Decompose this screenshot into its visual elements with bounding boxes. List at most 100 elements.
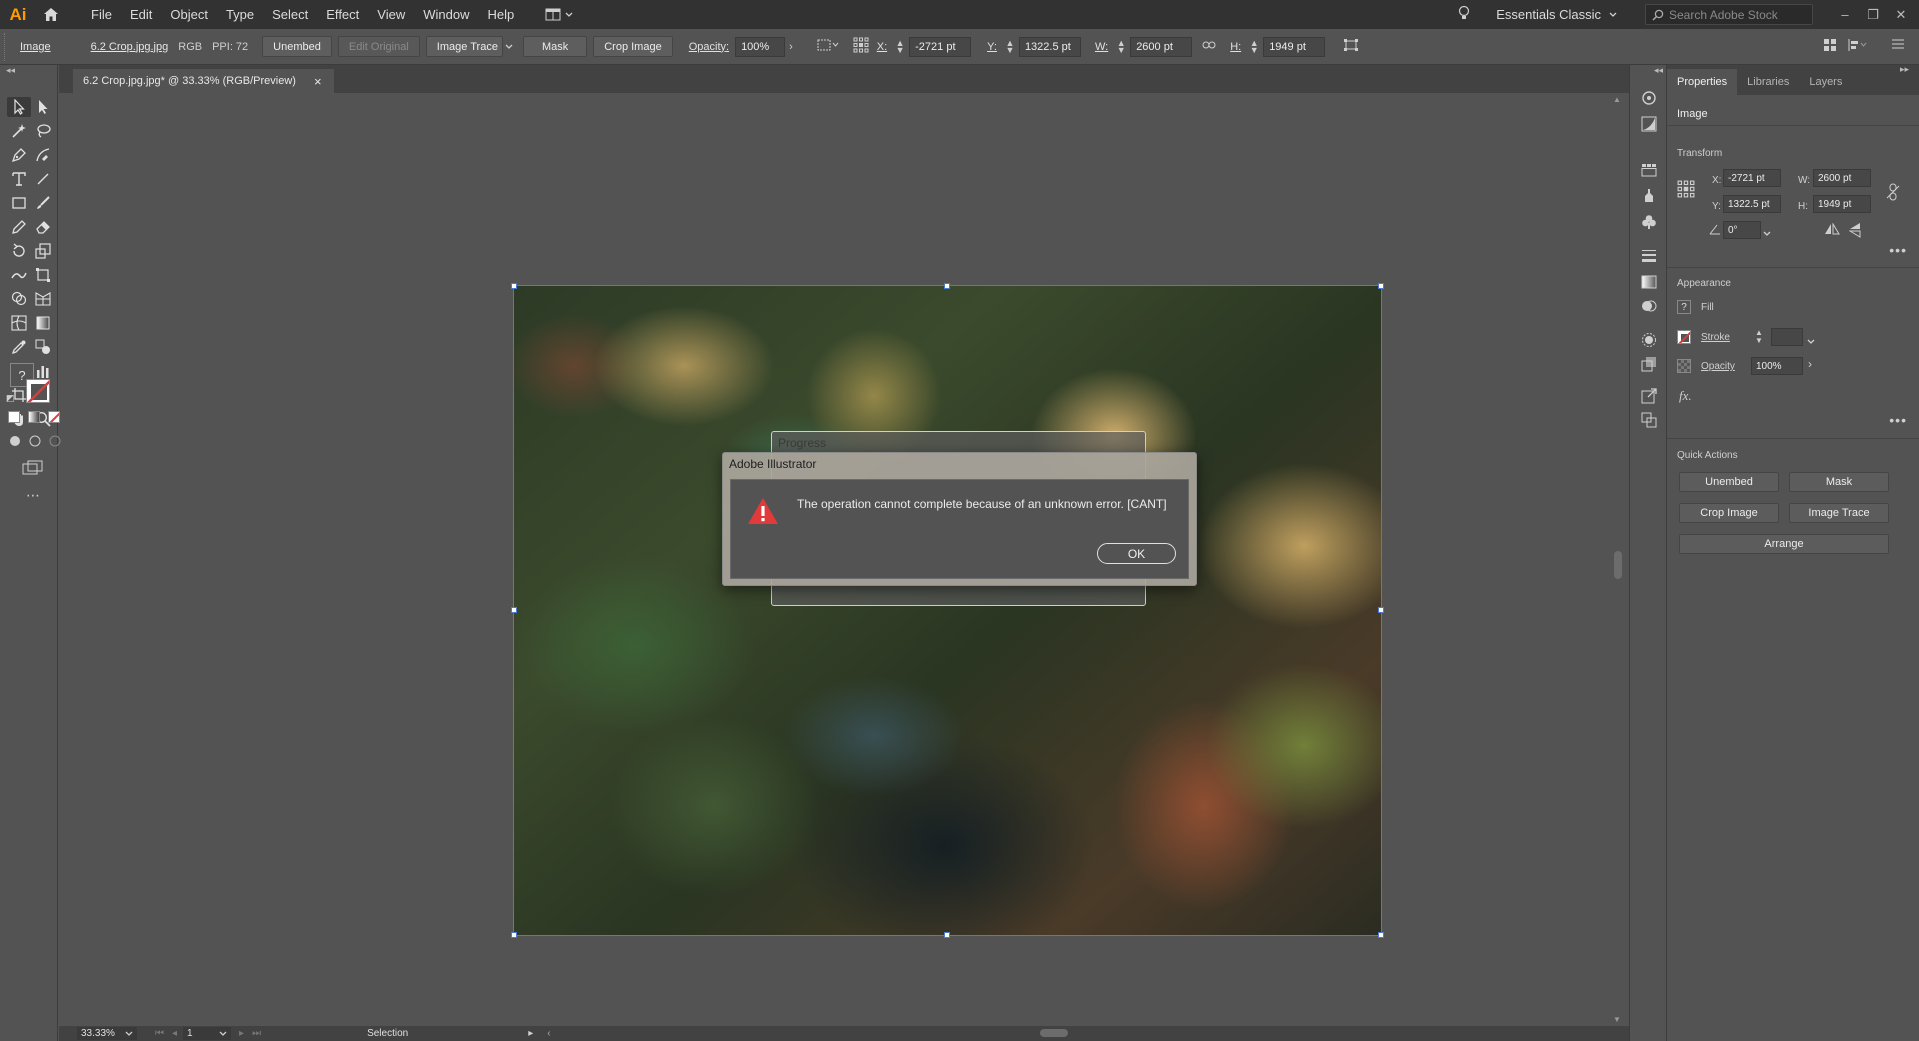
selection-tool[interactable] (7, 97, 31, 117)
icon-strip-collapse-button[interactable]: ◂◂ (1654, 65, 1663, 76)
workspace-switcher[interactable]: Essentials Classic (1496, 7, 1617, 22)
transform-h-input[interactable]: 1949 pt (1813, 195, 1871, 213)
unembed-button[interactable]: Unembed (262, 36, 332, 57)
transform-y-input[interactable]: 1322.5 pt (1723, 195, 1781, 213)
pencil-tool[interactable] (7, 217, 31, 237)
stroke-swatch[interactable] (1677, 330, 1691, 344)
artboard-nav-next-last[interactable]: ▸ ⏭ (239, 1028, 261, 1039)
image-trace-dropdown[interactable] (505, 41, 515, 53)
ok-button[interactable]: OK (1097, 543, 1176, 564)
horizontal-scrollbar[interactable] (505, 1026, 1610, 1041)
appearance-more-options[interactable]: ••• (1889, 412, 1907, 428)
bounding-box-handle[interactable] (511, 607, 517, 613)
magic-wand-tool[interactable] (7, 121, 31, 141)
document-tab[interactable]: 6.2 Crop.jpg.jpg* @ 33.33% (RGB/Preview)… (73, 69, 334, 93)
menu-object[interactable]: Object (161, 7, 217, 22)
type-tool[interactable] (7, 169, 31, 189)
draw-inside-button[interactable] (48, 435, 62, 447)
direct-selection-tool[interactable] (31, 97, 55, 117)
none-button[interactable] (48, 411, 60, 423)
transform-w-input[interactable]: 2600 pt (1813, 169, 1871, 187)
eyedropper-tool[interactable] (7, 337, 31, 357)
opacity-expand-button[interactable]: › (1808, 357, 1812, 371)
paintbrush-tool[interactable] (31, 193, 55, 213)
w-input[interactable]: 2600 pt (1130, 36, 1193, 57)
qa-crop-image-button[interactable]: Crop Image (1679, 503, 1779, 523)
stroke-panel-button[interactable] (1639, 247, 1659, 265)
lasso-tool[interactable] (31, 121, 55, 141)
placed-image[interactable] (513, 285, 1382, 936)
transform-x-input[interactable]: -2721 pt (1723, 169, 1781, 187)
color-guide-panel-button[interactable] (1639, 89, 1659, 107)
bounding-box-handle[interactable] (511, 932, 517, 938)
artboard-number-select[interactable]: 1 (183, 1027, 232, 1040)
control-bar-grip[interactable] (4, 32, 10, 61)
align-options-button[interactable] (1847, 38, 1867, 55)
x-stepper[interactable]: ▲ ▼ (895, 38, 905, 54)
control-bar-menu-button[interactable] (1891, 38, 1905, 53)
gradient-button[interactable] (28, 411, 40, 423)
qa-mask-button[interactable]: Mask (1789, 472, 1889, 492)
y-stepper[interactable]: ▲ ▼ (1005, 38, 1015, 54)
flip-horizontal-button[interactable] (1824, 222, 1840, 238)
stock-search-input[interactable] (1669, 7, 1809, 22)
bounding-box-handle[interactable] (944, 932, 950, 938)
menu-type[interactable]: Type (217, 7, 263, 22)
curvature-tool[interactable] (31, 145, 55, 165)
warp-tool[interactable] (7, 265, 31, 285)
zoom-level-select[interactable]: 33.33% (77, 1027, 137, 1040)
opacity-label[interactable]: Opacity (1701, 361, 1735, 372)
rectangle-tool[interactable] (7, 193, 31, 213)
menu-view[interactable]: View (368, 7, 414, 22)
perspective-grid-tool[interactable] (31, 289, 55, 309)
bounding-box-handle[interactable] (944, 283, 950, 289)
fx-button[interactable]: fx. (1679, 388, 1692, 404)
mesh-tool[interactable] (7, 313, 31, 333)
tab-layers[interactable]: Layers (1799, 69, 1852, 95)
gradient-panel-button[interactable] (1639, 115, 1659, 133)
y-input[interactable]: 1322.5 pt (1018, 36, 1081, 57)
horizontal-scroll-thumb[interactable] (1040, 1029, 1068, 1037)
first-artboard-icon[interactable]: ⏮ (155, 1028, 164, 1039)
bounding-box-handle[interactable] (1378, 607, 1384, 613)
menu-edit[interactable]: Edit (121, 7, 161, 22)
prev-artboard-icon[interactable]: ◂ (172, 1028, 177, 1039)
last-artboard-icon[interactable]: ⏭ (252, 1028, 261, 1039)
w-stepper[interactable]: ▲ ▼ (1116, 38, 1126, 54)
swatches-panel-button[interactable] (1639, 161, 1659, 179)
menu-file[interactable]: File (82, 7, 121, 22)
flip-vertical-button[interactable] (1848, 222, 1861, 241)
constrain-proportions-button[interactable] (1202, 40, 1216, 53)
reference-point-selector[interactable] (1677, 180, 1695, 201)
minimize-button[interactable]: – (1833, 5, 1857, 25)
qa-arrange-button[interactable]: Arrange (1679, 534, 1889, 554)
stroke-weight-dropdown[interactable] (1807, 334, 1815, 348)
reference-point-selector[interactable] (853, 37, 869, 56)
artboards-panel-button[interactable] (1639, 411, 1659, 429)
artboard-nav-first-prev[interactable]: ⏮ ◂ (155, 1028, 177, 1039)
gradient-tool[interactable] (31, 313, 55, 333)
panel-collapse-button[interactable]: ▸▸ (1900, 64, 1909, 75)
close-tab-button[interactable]: × (314, 74, 322, 89)
pen-tool[interactable] (7, 145, 31, 165)
stroke-swatch[interactable] (26, 379, 50, 403)
stroke-weight-stepper[interactable]: ▲ ▼ (1755, 329, 1763, 345)
opacity-input[interactable]: 100% (735, 36, 786, 57)
panel-options-button[interactable] (1823, 38, 1837, 55)
transparency-panel-button[interactable] (1639, 297, 1659, 315)
opacity-label[interactable]: Opacity: (689, 41, 729, 53)
screen-mode-button[interactable] (22, 460, 44, 479)
scale-tool[interactable] (31, 241, 55, 261)
shape-builder-tool[interactable] (7, 289, 31, 309)
home-button[interactable] (34, 0, 68, 29)
line-segment-tool[interactable] (31, 169, 55, 189)
color-button[interactable] (8, 411, 20, 423)
brushes-panel-button[interactable] (1639, 187, 1659, 205)
restore-button[interactable]: ❐ (1861, 5, 1885, 25)
angle-dropdown[interactable] (1763, 226, 1771, 240)
qa-image-trace-button[interactable]: Image Trace (1789, 503, 1889, 523)
bounding-box-handle[interactable] (511, 283, 517, 289)
transform-button[interactable] (1343, 38, 1359, 55)
fill-swatch[interactable]: ? (1677, 300, 1691, 314)
scroll-down-icon[interactable]: ▼ (1613, 1015, 1621, 1024)
